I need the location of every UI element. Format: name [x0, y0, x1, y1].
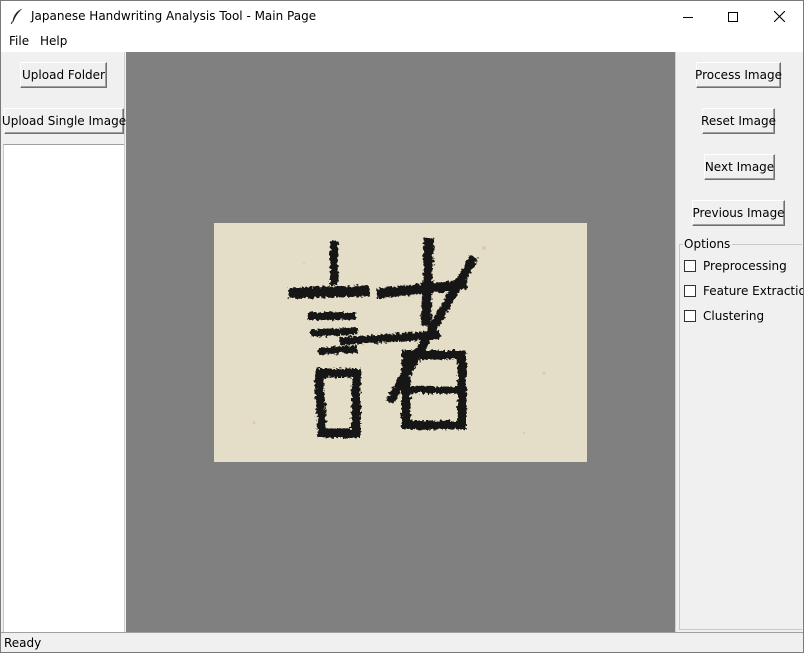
app-window: Japanese Handwriting Analysis Tool - Mai… — [0, 0, 804, 653]
handwritten-kanji-image — [252, 237, 546, 438]
status-text: Ready — [4, 636, 42, 650]
preprocessing-label: Preprocessing — [703, 259, 787, 273]
close-icon — [773, 11, 785, 22]
title-bar[interactable]: Japanese Handwriting Analysis Tool - Mai… — [1, 1, 803, 32]
maximize-button[interactable] — [710, 1, 756, 32]
feature-extraction-checkbox[interactable] — [684, 285, 696, 297]
feather-icon — [10, 8, 24, 25]
clustering-option[interactable]: Clustering — [684, 308, 764, 324]
menu-file[interactable]: File — [9, 34, 29, 48]
right-panel: Process Image Reset Image Next Image Pre… — [675, 52, 803, 632]
clustering-checkbox[interactable] — [684, 310, 696, 322]
clustering-label: Clustering — [703, 309, 765, 323]
menu-help[interactable]: Help — [40, 34, 67, 48]
process-image-button[interactable]: Process Image — [695, 62, 782, 88]
menu-bar: File Help — [1, 32, 803, 52]
status-bar: Ready — [1, 632, 803, 652]
character-image — [214, 223, 587, 462]
upload-folder-button[interactable]: Upload Folder — [20, 62, 107, 88]
window-title: Japanese Handwriting Analysis Tool - Mai… — [31, 9, 317, 23]
next-image-button[interactable]: Next Image — [704, 154, 775, 180]
options-legend: Options — [683, 237, 733, 251]
close-button[interactable] — [756, 1, 802, 32]
options-group: Options Preprocessing Feature Extraction… — [679, 237, 804, 630]
preprocessing-option[interactable]: Preprocessing — [684, 258, 787, 274]
upload-single-image-button[interactable]: Upload Single Image — [2, 108, 126, 134]
image-canvas[interactable] — [126, 52, 675, 632]
reset-image-button[interactable]: Reset Image — [701, 108, 776, 134]
maximize-icon — [728, 11, 738, 22]
preprocessing-checkbox[interactable] — [684, 260, 696, 272]
minimize-button[interactable] — [665, 1, 711, 32]
file-list[interactable] — [3, 144, 124, 632]
left-panel: Upload Folder Upload Single Image — [1, 52, 126, 632]
previous-image-button[interactable]: Previous Image — [692, 200, 785, 226]
feature-extraction-label: Feature Extraction — [703, 284, 804, 298]
feature-extraction-option[interactable]: Feature Extraction — [684, 283, 804, 299]
minimize-icon — [683, 16, 693, 18]
